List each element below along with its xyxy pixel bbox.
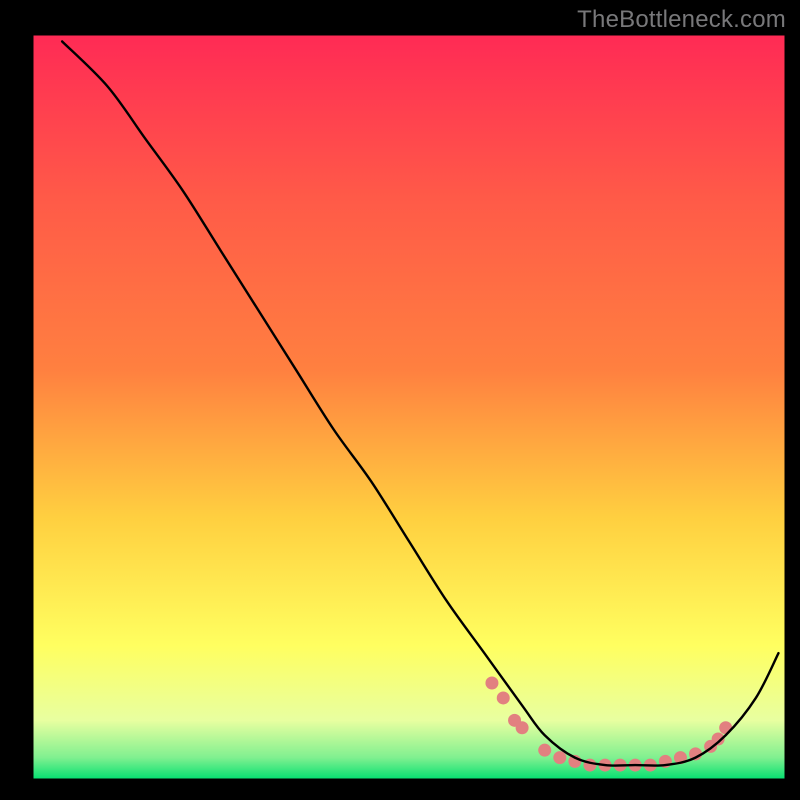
chart-svg	[0, 0, 800, 800]
data-dot	[538, 744, 551, 757]
data-dot	[516, 721, 529, 734]
chart-container: TheBottleneck.com	[0, 0, 800, 800]
data-dot	[553, 751, 566, 764]
watermark-text: TheBottleneck.com	[577, 6, 786, 34]
data-dot	[497, 691, 510, 704]
data-dot	[485, 677, 498, 690]
gradient-background	[32, 34, 786, 780]
